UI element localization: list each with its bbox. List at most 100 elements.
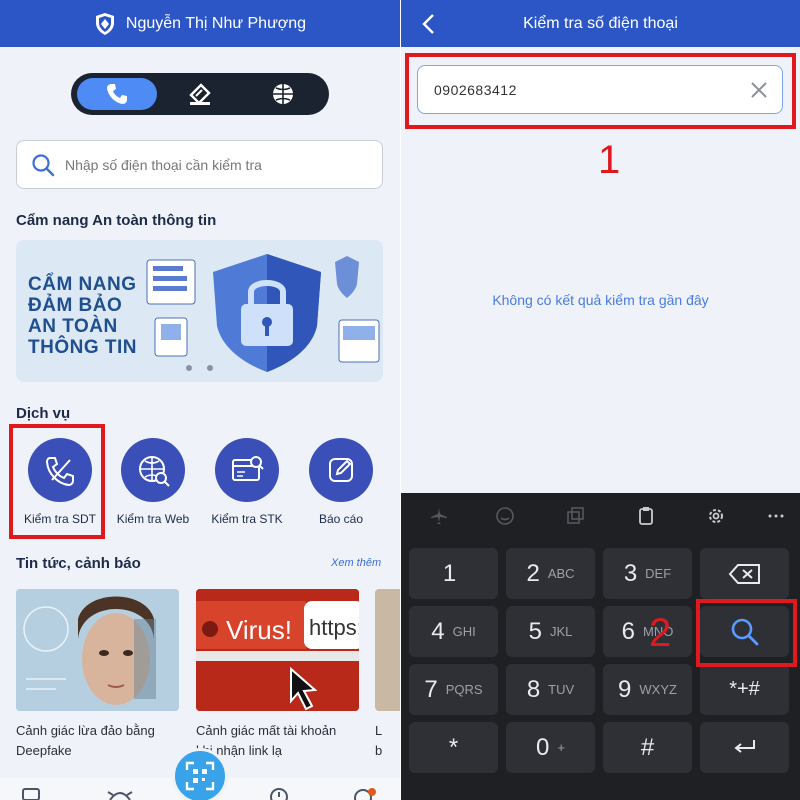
key-digit: * bbox=[448, 733, 459, 761]
settings-icon[interactable] bbox=[352, 788, 376, 800]
clipboard-icon bbox=[639, 507, 653, 525]
screen-header: Kiểm tra số điện thoại bbox=[401, 0, 800, 47]
service-icon-bg bbox=[309, 438, 373, 502]
alert-icon[interactable] bbox=[270, 788, 288, 800]
key-digit: 9 bbox=[618, 675, 632, 703]
shield-logo-icon bbox=[95, 12, 114, 35]
key-digit: 8 bbox=[526, 675, 541, 703]
qr-scan-button[interactable] bbox=[172, 748, 228, 800]
phone-check-screen: Kiểm tra số điện thoại 1 Không có kết qu… bbox=[401, 0, 800, 800]
app-header: Nguyễn Thị Như Phượng bbox=[0, 0, 400, 47]
banner-illustration bbox=[146, 254, 380, 372]
service-check-web[interactable]: Kiểm tra Web bbox=[117, 438, 189, 526]
emoji-icon bbox=[496, 507, 514, 525]
key-9[interactable]: 9 WXYZ bbox=[603, 664, 692, 715]
key-0[interactable]: 0 + bbox=[506, 722, 595, 773]
virus-link-image: Virus! https:/ bbox=[196, 589, 359, 711]
phone-search-box[interactable] bbox=[16, 140, 383, 189]
key-digit: 6 bbox=[621, 617, 635, 645]
deepfake-face-image bbox=[16, 589, 179, 711]
enter-key[interactable] bbox=[700, 722, 789, 773]
carousel-dot[interactable] bbox=[207, 365, 213, 371]
key-letters: DEF bbox=[645, 566, 672, 581]
home-screen: Nguyễn Thị Như Phượng Cẩm nang An toàn t… bbox=[0, 0, 400, 800]
highlight-phone-field bbox=[405, 53, 796, 129]
key-6[interactable]: 6 MNO bbox=[603, 606, 692, 657]
key-digit: 4 bbox=[431, 617, 445, 645]
highlight-search-key bbox=[696, 599, 797, 667]
keyboard-tool[interactable] bbox=[560, 501, 590, 531]
services-title: Dịch vụ bbox=[16, 405, 71, 422]
tab-globe[interactable] bbox=[243, 78, 323, 110]
service-check-account[interactable]: Kiểm tra STK bbox=[211, 438, 283, 526]
banner-line: CẨM NANG bbox=[28, 274, 137, 295]
key-2[interactable]: 2 ABC bbox=[506, 548, 595, 599]
key-3[interactable]: 3 DEF bbox=[603, 548, 692, 599]
search-icon bbox=[32, 153, 55, 176]
keyboard-tool[interactable] bbox=[424, 501, 454, 531]
news-image-deepfake[interactable] bbox=[16, 589, 179, 711]
key-8[interactable]: 8 TUV bbox=[506, 664, 595, 715]
news-caption[interactable]: L b bbox=[375, 721, 395, 761]
more-icon bbox=[768, 514, 784, 518]
tab-phone[interactable] bbox=[77, 78, 157, 110]
key-letters: + bbox=[557, 740, 565, 755]
key-hash[interactable]: # bbox=[603, 722, 692, 773]
keyboard-tool[interactable] bbox=[490, 501, 520, 531]
qr-scan-icon bbox=[185, 761, 215, 791]
see-more-link[interactable]: Xem thêm bbox=[331, 557, 381, 569]
keyboard-tool[interactable] bbox=[761, 501, 791, 531]
key-digit: # bbox=[640, 733, 655, 761]
gear-icon bbox=[709, 509, 723, 523]
carousel-dot[interactable] bbox=[186, 365, 192, 371]
service-report[interactable]: Báo cáo bbox=[307, 438, 375, 526]
key-1[interactable]: 1 bbox=[409, 548, 498, 599]
key-letters: PQRS bbox=[445, 682, 483, 697]
mode-switcher bbox=[71, 73, 329, 115]
symbols-key[interactable]: *+# bbox=[700, 664, 789, 715]
ticket-icon bbox=[189, 83, 211, 105]
sticker-icon bbox=[567, 507, 584, 524]
news-caption[interactable]: Cảnh giác lừa đảo bằng Deepfake bbox=[16, 721, 186, 761]
keyboard-tool[interactable] bbox=[631, 501, 661, 531]
key-letters: JKL bbox=[549, 624, 573, 639]
key-symbols: *+# bbox=[729, 678, 760, 700]
key-letters: TUV bbox=[548, 682, 575, 697]
web-check-icon bbox=[139, 456, 170, 487]
phone-search-input[interactable] bbox=[65, 156, 365, 173]
key-4[interactable]: 4 GHI bbox=[409, 606, 498, 657]
news-caption[interactable]: Cảnh giác mất tài khoản khi nhận link lạ bbox=[196, 721, 366, 761]
news-caption-line: Cảnh giác lừa đảo bằng bbox=[16, 723, 155, 738]
news-caption-line: Deepfake bbox=[16, 743, 72, 758]
bug-icon[interactable] bbox=[107, 788, 133, 800]
key-digit: 2 bbox=[526, 559, 540, 587]
key-7[interactable]: 7 PQRS bbox=[409, 664, 498, 715]
key-5[interactable]: 5 JKL bbox=[506, 606, 595, 657]
banner-line: ĐẢM BẢO bbox=[28, 295, 123, 316]
key-letters: ABC bbox=[547, 566, 575, 581]
key-star[interactable]: * bbox=[409, 722, 498, 773]
key-digit: 1 bbox=[442, 559, 457, 587]
news-title: Tin tức, cảnh báo bbox=[16, 555, 141, 572]
home-icon[interactable] bbox=[22, 788, 40, 800]
https-text: https:/ bbox=[309, 615, 359, 640]
account-check-icon bbox=[232, 456, 264, 481]
screen-title: Kiểm tra số điện thoại bbox=[523, 14, 678, 32]
virus-text: Virus! bbox=[226, 615, 292, 645]
tab-ticket[interactable] bbox=[160, 78, 240, 110]
back-arrow-icon[interactable] bbox=[419, 12, 439, 36]
key-digit: 0 bbox=[536, 733, 550, 761]
enter-icon bbox=[733, 739, 755, 753]
backspace-key[interactable] bbox=[700, 548, 789, 599]
service-label: Kiểm tra Web bbox=[116, 512, 190, 526]
handbook-banner[interactable]: CẨM NANG ĐẢM BẢO AN TOÀN THÔNG TIN bbox=[16, 240, 383, 382]
news-image-partial[interactable] bbox=[375, 589, 400, 711]
keyboard-tool[interactable] bbox=[701, 501, 731, 531]
phone-icon bbox=[107, 84, 127, 104]
key-digit: 7 bbox=[424, 675, 438, 703]
empty-results-message: Không có kết quả kiểm tra gần đây bbox=[492, 292, 709, 308]
news-caption-line: Cảnh giác mất tài khoản bbox=[196, 723, 337, 738]
keyboard-toolbar bbox=[401, 493, 800, 538]
news-image-virus[interactable]: Virus! https:/ bbox=[196, 589, 359, 711]
globe-icon bbox=[273, 84, 293, 104]
